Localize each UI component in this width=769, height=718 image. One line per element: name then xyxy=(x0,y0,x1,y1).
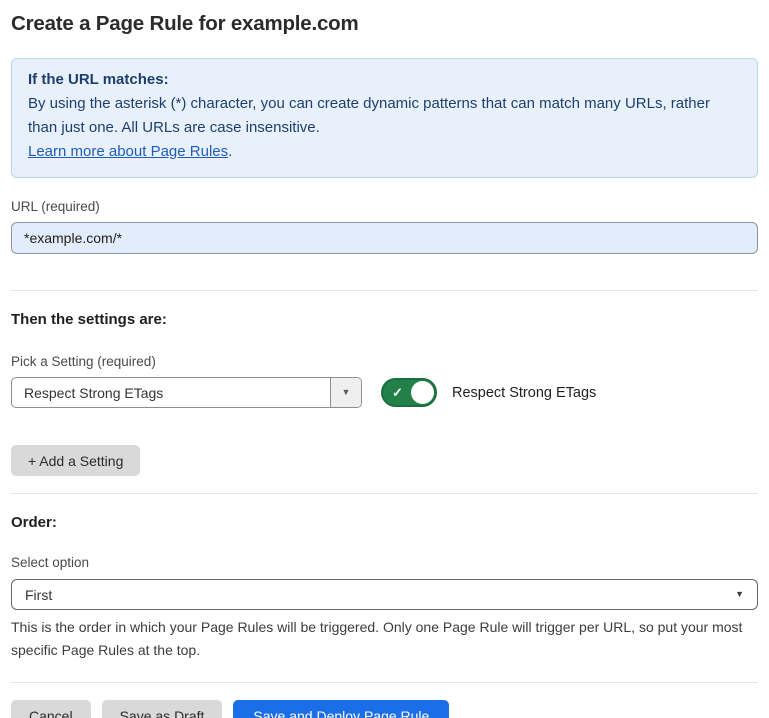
setting-select-value: Respect Strong ETags xyxy=(12,378,330,407)
url-field-label: URL (required) xyxy=(11,199,758,214)
setting-picker-label: Pick a Setting (required) xyxy=(11,354,758,369)
chevron-down-icon: ▼ xyxy=(342,388,351,397)
toggle-knob xyxy=(411,381,434,404)
url-input[interactable] xyxy=(11,222,758,254)
respect-strong-etags-toggle[interactable]: ✓ xyxy=(381,378,437,407)
page-rule-form: Create a Page Rule for example.com If th… xyxy=(0,12,769,718)
order-section-heading: Order: xyxy=(11,514,758,531)
info-box-heading: If the URL matches: xyxy=(28,68,741,92)
toggle-label: Respect Strong ETags xyxy=(452,385,596,401)
info-box-body: By using the asterisk (*) character, you… xyxy=(28,92,741,140)
setting-select-arrow-button[interactable]: ▼ xyxy=(330,378,361,407)
footer-actions: Cancel Save as Draft Save and Deploy Pag… xyxy=(11,700,758,718)
check-icon: ✓ xyxy=(392,385,403,401)
setting-select[interactable]: Respect Strong ETags ▼ xyxy=(11,377,362,408)
info-box-link-line: Learn more about Page Rules. xyxy=(28,140,741,164)
divider xyxy=(11,493,758,494)
divider xyxy=(11,290,758,291)
order-select-value: First xyxy=(25,587,52,603)
link-suffix: . xyxy=(228,143,232,160)
setting-row: Respect Strong ETags ▼ ✓ Respect Strong … xyxy=(11,377,758,408)
order-select-label: Select option xyxy=(11,555,758,570)
page-title: Create a Page Rule for example.com xyxy=(11,12,758,36)
chevron-down-icon: ▼ xyxy=(735,590,744,599)
add-setting-button[interactable]: + Add a Setting xyxy=(11,445,140,476)
cancel-button[interactable]: Cancel xyxy=(11,700,91,718)
order-select[interactable]: First ▼ xyxy=(11,579,758,610)
order-help-text: This is the order in which your Page Rul… xyxy=(11,616,758,662)
divider xyxy=(11,682,758,683)
settings-section-heading: Then the settings are: xyxy=(11,311,758,328)
learn-more-link[interactable]: Learn more about Page Rules xyxy=(28,143,228,160)
save-and-deploy-button[interactable]: Save and Deploy Page Rule xyxy=(233,700,449,718)
save-as-draft-button[interactable]: Save as Draft xyxy=(102,700,223,718)
url-match-info-box: If the URL matches: By using the asteris… xyxy=(11,58,758,178)
